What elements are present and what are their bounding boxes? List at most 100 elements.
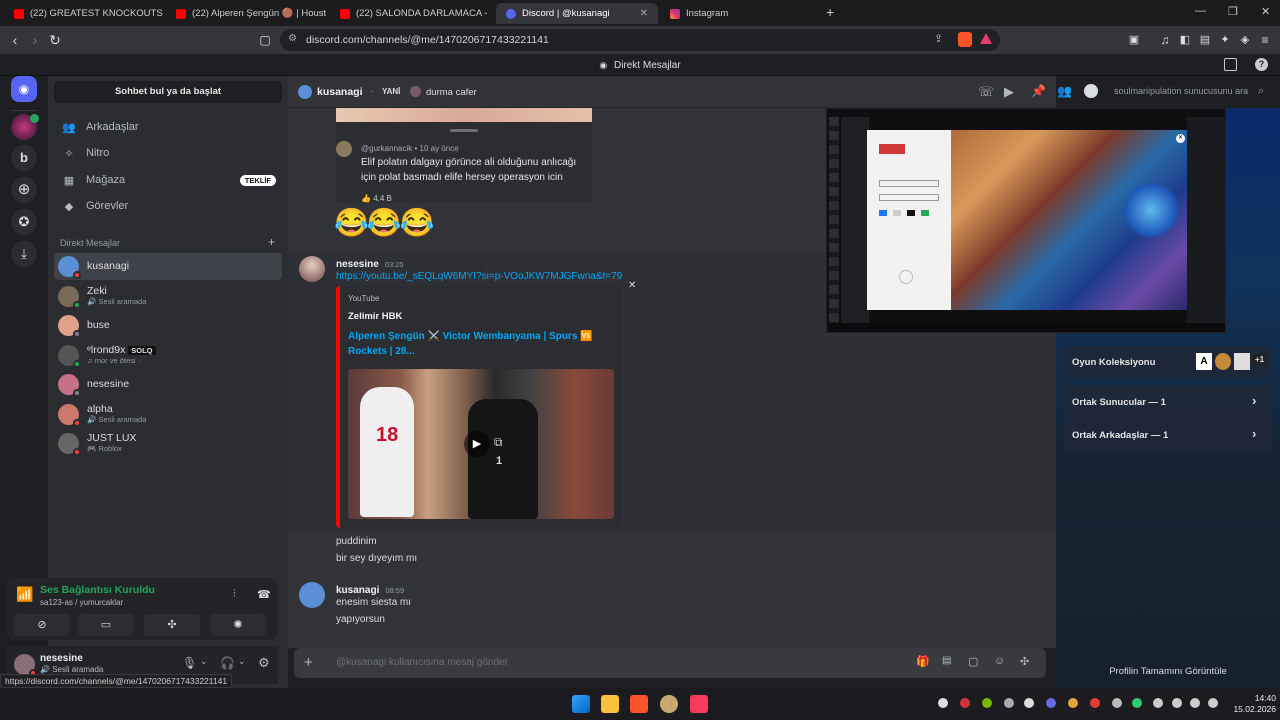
clock[interactable]: 14:40 15.02.2026: [1232, 693, 1276, 715]
volume-icon[interactable]: [1190, 698, 1200, 708]
channel-username[interactable]: kusanagi: [317, 86, 363, 98]
close-tab-icon[interactable]: ✕: [640, 8, 648, 19]
view-full-profile-link[interactable]: Profilin Tamamını Görüntüle: [1056, 666, 1280, 677]
reload-icon[interactable]: ↻: [46, 31, 64, 49]
gift-icon[interactable]: 🎁: [916, 655, 930, 668]
back-icon[interactable]: ‹: [6, 31, 24, 49]
brave-shield-icon[interactable]: [958, 32, 972, 47]
nav-quests[interactable]: ◆ Görevler: [56, 193, 282, 219]
nav-shop[interactable]: ▦ Mağaza TEKLİF: [56, 167, 282, 193]
sticker-icon[interactable]: ▢: [968, 655, 978, 668]
forward-icon[interactable]: ›: [26, 31, 44, 49]
activities-button[interactable]: ✣: [144, 614, 200, 636]
voice-call-icon[interactable]: ☏: [978, 84, 994, 100]
youtube-link[interactable]: https://youtu.be/_sEQLqW6MYI?si=p-VOoJKW…: [336, 271, 622, 282]
download-icon[interactable]: ⤓: [11, 241, 37, 267]
apple-music-icon[interactable]: [690, 695, 708, 713]
minimize-icon[interactable]: —: [1195, 5, 1206, 17]
sidebar-icon[interactable]: ◧: [1176, 31, 1194, 49]
browser-tab[interactable]: Instagram: [660, 3, 820, 24]
dm-item[interactable]: ᵉlrond9x SOLQ ♫ mor ve ötesi ·: [54, 342, 282, 369]
microphone-icon[interactable]: 🎙: [182, 656, 197, 670]
noise-suppression-icon[interactable]: ⫶: [233, 588, 236, 601]
embed-title[interactable]: Alperen Şengün ⚔️ Victor Wembanyama | Sp…: [348, 331, 593, 342]
dm-item[interactable]: JUST LUX 🎮 Roblox: [54, 430, 282, 457]
tray-app-icon[interactable]: [938, 698, 948, 708]
add-server-icon[interactable]: ⊕: [11, 177, 37, 203]
start-windows-icon[interactable]: [572, 695, 590, 713]
brave-browser-icon[interactable]: [630, 695, 648, 713]
avatar[interactable]: [299, 582, 325, 608]
close-embed-icon[interactable]: ✕: [628, 280, 636, 291]
tray-app-icon[interactable]: [1068, 698, 1078, 708]
image-attachment[interactable]: @gurkannacik • 10 ay önce Elif polatın d…: [336, 108, 592, 203]
inbox-icon[interactable]: [1224, 58, 1237, 71]
help-icon[interactable]: ?: [1255, 58, 1268, 71]
create-dm-button[interactable]: +: [268, 235, 275, 249]
menu-icon[interactable]: ≡: [1256, 31, 1274, 49]
embed-author[interactable]: Zelimir HBK: [348, 311, 402, 322]
browser-tab[interactable]: (22) Alperen Şengün 🟤 | Houston R: [166, 3, 326, 24]
reader-icon[interactable]: ▣: [1125, 31, 1143, 49]
dm-item[interactable]: kusanagi: [54, 253, 282, 280]
chevron-down-icon[interactable]: ⌄: [238, 656, 246, 667]
browser-tab[interactable]: (22) SALONDA DARLAMACA - YouTu: [330, 3, 490, 24]
play-icon[interactable]: ▶: [464, 431, 490, 457]
gif-icon[interactable]: ▤: [942, 655, 951, 666]
headphones-icon[interactable]: 🎧: [220, 656, 235, 670]
screen-share-button[interactable]: ▭: [78, 614, 134, 636]
new-tab-button[interactable]: +: [826, 4, 834, 20]
nvidia-tray-icon[interactable]: [982, 698, 992, 708]
address-bar[interactable]: ⚙ discord.com/channels/@me/1470206717433…: [280, 29, 1000, 51]
voice-status[interactable]: Ses Bağlantısı Kuruldu: [40, 584, 155, 596]
soundboard-button[interactable]: ✺: [210, 614, 266, 636]
microphone-tray-icon[interactable]: [1153, 698, 1163, 708]
nav-friends[interactable]: 👥 Arkadaşlar: [56, 114, 282, 140]
discover-icon[interactable]: ✪: [11, 209, 37, 235]
dm-item[interactable]: alpha 🔊 Sesli aramada: [54, 401, 282, 428]
nav-nitro[interactable]: ✧ Nitro: [56, 140, 282, 166]
author-name[interactable]: nesesine: [336, 259, 379, 270]
tray-app-icon[interactable]: [1004, 698, 1014, 708]
tray-app-icon[interactable]: [1046, 698, 1056, 708]
site-info-icon[interactable]: ⚙: [288, 33, 297, 44]
close-window-icon[interactable]: ✕: [1261, 5, 1270, 18]
avatar[interactable]: [298, 85, 312, 99]
home-discord-icon[interactable]: ◉: [11, 76, 37, 102]
browser-tab[interactable]: (22) GREATEST KNOCKOUTS From 20: [4, 3, 164, 24]
chevron-down-icon[interactable]: ⌄: [200, 656, 208, 667]
dm-item[interactable]: buse: [54, 312, 282, 339]
avatar[interactable]: [14, 654, 37, 677]
dm-item[interactable]: Zeki 🔊 Sesli aramada: [54, 283, 282, 310]
server-icon-b[interactable]: b: [11, 145, 37, 171]
settings-gear-icon[interactable]: ⚙: [258, 655, 270, 671]
league-client-icon[interactable]: [660, 695, 678, 713]
video-call-icon[interactable]: ▶: [1004, 84, 1014, 100]
author-name[interactable]: kusanagi: [336, 585, 379, 596]
brave-rewards-icon[interactable]: [980, 33, 992, 44]
open-external-icon[interactable]: ⧉: [494, 435, 503, 450]
bookmark-icon[interactable]: ▢: [256, 31, 274, 49]
leo-icon[interactable]: ✦: [1216, 31, 1234, 49]
game-collection-card[interactable]: Oyun Koleksiyonu A +1: [1064, 346, 1272, 378]
find-conversation-button[interactable]: Sohbet bul ya da başlat: [54, 81, 282, 103]
steam-tray-icon[interactable]: [1024, 698, 1034, 708]
embed-title[interactable]: Rockets | 28...: [348, 346, 415, 357]
tray-app-icon[interactable]: [1090, 698, 1100, 708]
music-icon[interactable]: ♫: [1156, 31, 1174, 49]
disconnect-icon[interactable]: ☎: [257, 588, 271, 601]
avatar[interactable]: [299, 256, 325, 282]
screen-share-preview[interactable]: ✕: [826, 108, 1226, 333]
mutual-friends-card[interactable]: Ortak Arkadaşlar — 1 ›: [1064, 419, 1272, 451]
restore-icon[interactable]: ❐: [1228, 5, 1238, 18]
apps-icon[interactable]: ✣: [1020, 655, 1029, 668]
camera-off-button[interactable]: ⊘: [14, 614, 70, 636]
mutual-servers-card[interactable]: Ortak Sunucular — 1 ›: [1064, 386, 1272, 418]
tray-app-icon[interactable]: [1132, 698, 1142, 708]
dm-item[interactable]: nesesine: [54, 371, 282, 398]
search-input[interactable]: soulmanipulation sunucusunu ara ⌕: [1108, 82, 1274, 102]
video-thumbnail[interactable]: 18 1 ▶ ⧉: [348, 369, 614, 519]
riot-tray-icon[interactable]: [960, 698, 970, 708]
share-icon[interactable]: ⇪: [934, 32, 943, 45]
message-composer[interactable]: + @kusanagi kullanıcısına mesaj gönder 🎁…: [294, 648, 1046, 678]
